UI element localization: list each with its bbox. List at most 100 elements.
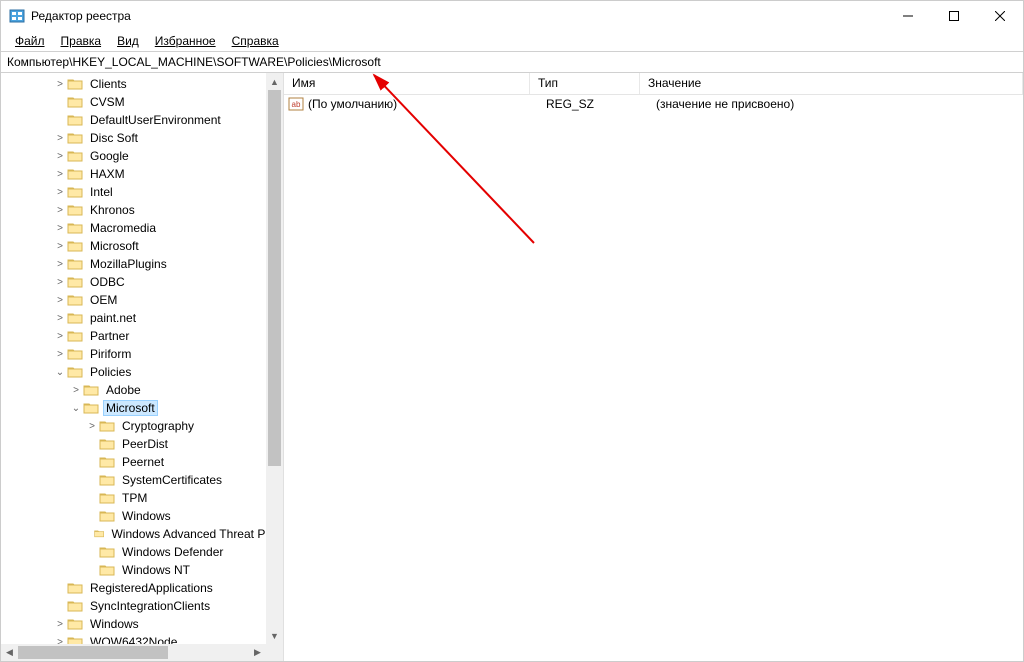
folder-icon — [67, 239, 83, 253]
tree-item[interactable]: >Macromedia — [1, 219, 283, 237]
chevron-right-icon[interactable]: > — [53, 275, 67, 289]
window-title: Редактор реестра — [31, 9, 131, 23]
menu-edit[interactable]: Правка — [53, 32, 110, 50]
registry-tree[interactable]: > ClientsCVSMDefaultUserEnvironment>Disc … — [1, 73, 283, 661]
tree-item[interactable]: >HAXM — [1, 165, 283, 183]
tree-item[interactable]: RegisteredApplications — [1, 579, 283, 597]
tree-item[interactable]: SystemCertificates — [1, 471, 283, 489]
scroll-up-icon[interactable]: ▲ — [266, 73, 283, 90]
tree-item[interactable]: Windows Advanced Threat Pro — [1, 525, 283, 543]
tree-item[interactable]: PeerDist — [1, 435, 283, 453]
tree-item-label: DefaultUserEnvironment — [87, 112, 224, 128]
chevron-right-icon[interactable]: > — [53, 347, 67, 361]
tree-item[interactable]: DefaultUserEnvironment — [1, 111, 283, 129]
tree-item[interactable]: >Piriform — [1, 345, 283, 363]
string-value-icon: ab — [288, 96, 304, 112]
tree-horizontal-scrollbar[interactable]: ◀ ▶ — [1, 644, 266, 661]
chevron-right-icon[interactable]: > — [53, 203, 67, 217]
tree-item-label: Peernet — [119, 454, 167, 470]
chevron-right-icon[interactable]: > — [53, 239, 67, 253]
list-row[interactable]: ab(По умолчанию)REG_SZ(значение не присв… — [284, 95, 1023, 113]
tree-item[interactable]: > Khronos — [1, 201, 283, 219]
tree-item[interactable]: > Clients — [1, 75, 283, 93]
tree-item-label: SyncIntegrationClients — [87, 598, 213, 614]
scroll-thumb[interactable] — [268, 90, 281, 466]
scroll-down-icon[interactable]: ▼ — [266, 627, 283, 644]
menu-file[interactable]: Файл — [7, 32, 53, 50]
tree-item[interactable]: ⌄Microsoft — [1, 399, 283, 417]
chevron-right-icon[interactable]: > — [53, 257, 67, 271]
tree-item-label: MozillaPlugins — [87, 256, 170, 272]
tree-item[interactable]: Windows NT — [1, 561, 283, 579]
folder-icon — [99, 491, 115, 505]
tree-item[interactable]: Windows — [1, 507, 283, 525]
regedit-icon — [9, 8, 25, 24]
column-value[interactable]: Значение — [640, 73, 1023, 94]
chevron-right-icon[interactable]: > — [53, 77, 67, 91]
folder-icon — [67, 293, 83, 307]
tree-item-label: Partner — [87, 328, 132, 344]
chevron-right-icon[interactable]: > — [53, 311, 67, 325]
tree-item-label: TPM — [119, 490, 150, 506]
scroll-thumb-h[interactable] — [18, 646, 168, 659]
folder-icon — [67, 77, 83, 91]
folder-icon — [67, 149, 83, 163]
scroll-left-icon[interactable]: ◀ — [1, 644, 18, 661]
tree-item-label: Cryptography — [119, 418, 197, 434]
tree-item[interactable]: >Microsoft — [1, 237, 283, 255]
tree-item[interactable]: ⌄Policies — [1, 363, 283, 381]
folder-icon — [67, 221, 83, 235]
scroll-right-icon[interactable]: ▶ — [249, 644, 266, 661]
tree-item[interactable]: >Windows — [1, 615, 283, 633]
chevron-down-icon[interactable]: ⌄ — [69, 401, 83, 415]
tree-item-label: Khronos — [87, 202, 138, 218]
tree-item[interactable]: > OEM — [1, 291, 283, 309]
chevron-right-icon[interactable]: > — [53, 185, 67, 199]
tree-vertical-scrollbar[interactable]: ▲ ▼ — [266, 73, 283, 644]
tree-item-label: Clients — [87, 76, 130, 92]
window-controls — [885, 1, 1023, 31]
list-body[interactable]: ab(По умолчанию)REG_SZ(значение не присв… — [284, 95, 1023, 661]
folder-icon — [99, 455, 115, 469]
chevron-right-icon[interactable]: > — [53, 131, 67, 145]
tree-item[interactable]: Peernet — [1, 453, 283, 471]
chevron-right-icon[interactable]: > — [69, 383, 83, 397]
tree-item[interactable]: Windows Defender — [1, 543, 283, 561]
folder-icon — [99, 545, 115, 559]
address-input[interactable] — [1, 52, 1023, 72]
chevron-down-icon[interactable]: ⌄ — [53, 365, 67, 379]
chevron-right-icon[interactable]: > — [53, 221, 67, 235]
chevron-right-icon[interactable]: > — [53, 617, 67, 631]
tree-item[interactable]: >Disc Soft — [1, 129, 283, 147]
tree-item[interactable]: >paint.net — [1, 309, 283, 327]
chevron-right-icon[interactable]: > — [85, 419, 99, 433]
folder-icon — [83, 383, 99, 397]
maximize-button[interactable] — [931, 1, 977, 31]
titlebar: Редактор реестра — [1, 1, 1023, 31]
tree-item[interactable]: >Intel — [1, 183, 283, 201]
minimize-button[interactable] — [885, 1, 931, 31]
chevron-right-icon[interactable]: > — [53, 329, 67, 343]
column-name[interactable]: Имя — [284, 73, 530, 94]
folder-icon — [67, 95, 83, 109]
menu-view[interactable]: Вид — [109, 32, 147, 50]
close-button[interactable] — [977, 1, 1023, 31]
chevron-right-icon[interactable]: > — [53, 167, 67, 181]
menu-favorites[interactable]: Избранное — [147, 32, 224, 50]
tree-item[interactable]: > Cryptography — [1, 417, 283, 435]
tree-item[interactable]: TPM — [1, 489, 283, 507]
chevron-right-icon[interactable]: > — [53, 149, 67, 163]
tree-item[interactable]: >Adobe — [1, 381, 283, 399]
tree-item-label: OEM — [87, 292, 120, 308]
tree-item[interactable]: > MozillaPlugins — [1, 255, 283, 273]
chevron-right-icon[interactable]: > — [53, 293, 67, 307]
tree-item[interactable]: CVSM — [1, 93, 283, 111]
tree-item[interactable]: >ODBC — [1, 273, 283, 291]
folder-icon — [67, 617, 83, 631]
menu-help[interactable]: Справка — [224, 32, 287, 50]
tree-item[interactable]: > Partner — [1, 327, 283, 345]
tree-item[interactable]: SyncIntegrationClients — [1, 597, 283, 615]
column-type[interactable]: Тип — [530, 73, 640, 94]
tree-item[interactable]: >Google — [1, 147, 283, 165]
tree-item-label: Windows NT — [119, 562, 193, 578]
